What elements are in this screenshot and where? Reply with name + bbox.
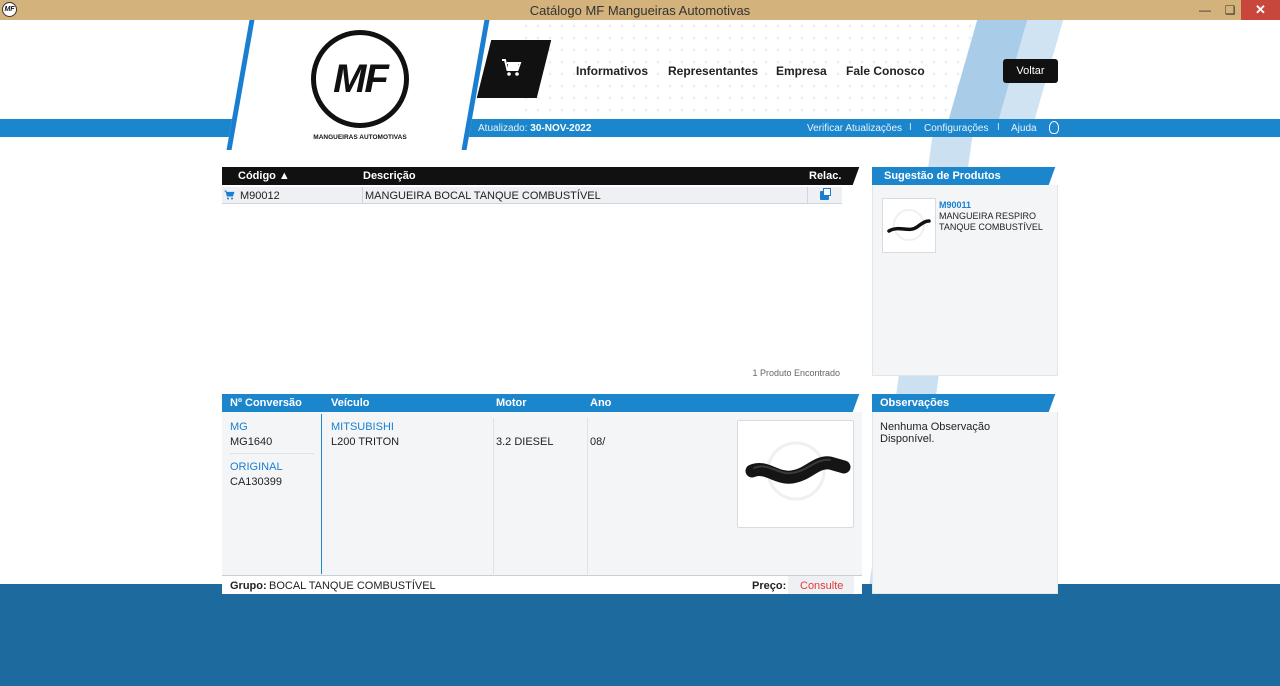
product-code: M90012	[240, 190, 280, 202]
updated-date: 30-NOV-2022	[530, 123, 592, 134]
suggestions-panel: Sugestão de Produtos M90011 MANGUEIRA RE…	[872, 167, 1068, 376]
column-divider	[587, 418, 588, 574]
header-corner	[852, 394, 870, 412]
header-corner	[1048, 394, 1068, 412]
close-icon[interactable]: ✕	[1241, 0, 1280, 20]
updated-info: Atualizado: 30-NOV-2022	[478, 123, 591, 134]
conversion-brand: MG	[230, 421, 248, 433]
header-corner	[852, 167, 870, 185]
suggestion-description: MANGUEIRA RESPIRO TANQUE COMBUSTÍVEL	[939, 211, 1043, 232]
nav-informativos[interactable]: Informativos	[576, 64, 648, 78]
observations-text: Nenhuma Observação Disponível.	[880, 421, 991, 445]
column-vehicle: Veículo	[331, 397, 370, 409]
price-value[interactable]: Consulte	[800, 580, 843, 592]
logo-tagline: MANGUEIRAS AUTOMOTIVAS	[313, 134, 407, 141]
minimize-icon[interactable]: —	[1192, 0, 1218, 20]
link-separator: I	[909, 122, 912, 133]
observations-title: Observações	[880, 397, 950, 409]
updated-label: Atualizado:	[478, 123, 528, 134]
window-title: Catálogo MF Mangueiras Automotivas	[529, 3, 751, 18]
vehicle-model: L200 TRITON	[331, 436, 400, 448]
link-settings[interactable]: Configurações	[924, 123, 988, 134]
header-corner	[1048, 167, 1068, 185]
table-row[interactable]: M90012 MANGUEIRA BOCAL TANQUE COMBUSTÍVE…	[222, 187, 842, 204]
link-check-updates[interactable]: Verificar Atualizações	[807, 123, 902, 134]
conversion-divider	[230, 453, 314, 454]
group-label: Grupo:	[230, 580, 267, 592]
motor-value: 3.2 DIESEL	[496, 436, 554, 448]
details-panel: Nº Conversão Veículo Motor Ano MG MG1640…	[222, 394, 870, 594]
cart-icon[interactable]	[500, 58, 524, 80]
logo-mark: MF	[333, 57, 389, 101]
column-motor: Motor	[496, 397, 527, 409]
suggestion-thumbnail[interactable]	[882, 198, 936, 253]
column-divider	[807, 187, 808, 204]
window-titlebar: MF Catálogo MF Mangueiras Automotivas — …	[0, 0, 1280, 20]
nav-empresa[interactable]: Empresa	[776, 64, 827, 78]
product-list-panel: Código ▲ Descrição Relac. M90012 MANGUEI…	[222, 167, 870, 383]
cart-icon[interactable]	[224, 190, 235, 203]
product-description: MANGUEIRA BOCAL TANQUE COMBUSTÍVEL	[365, 190, 601, 202]
conversion-code: CA130399	[230, 476, 282, 488]
link-help[interactable]: Ajuda	[1011, 123, 1037, 134]
group-value: BOCAL TANQUE COMBUSTÍVEL	[269, 580, 436, 592]
details-header: Nº Conversão Veículo Motor Ano	[222, 394, 870, 412]
product-image[interactable]	[737, 420, 854, 528]
info-strip	[0, 119, 1280, 137]
conversion-code: MG1640	[230, 436, 273, 448]
vehicle-brand: MITSUBISHI	[331, 421, 394, 433]
suggestions-header: Sugestão de Produtos	[872, 167, 1068, 185]
related-products-icon[interactable]	[820, 188, 831, 200]
observations-panel: Observações Nenhuma Observação Disponíve…	[872, 394, 1068, 594]
product-list-header: Código ▲ Descrição Relac.	[222, 167, 870, 185]
year-value: 08/	[590, 436, 606, 448]
footer-background	[0, 584, 1280, 686]
nav-fale-conosco[interactable]: Fale Conosco	[846, 64, 925, 78]
column-divider	[362, 187, 363, 204]
back-button[interactable]: Voltar	[1003, 59, 1058, 83]
column-divider	[493, 418, 494, 574]
suggestions-title: Sugestão de Produtos	[884, 170, 1001, 182]
column-code[interactable]: Código ▲	[238, 170, 290, 182]
conversion-brand: ORIGINAL	[230, 461, 283, 473]
results-count: 1 Produto Encontrado	[752, 368, 840, 378]
price-label: Preço:	[752, 580, 787, 592]
maximize-icon[interactable]: ❏	[1218, 0, 1242, 20]
column-divider	[321, 414, 322, 574]
nav-representantes[interactable]: Representantes	[668, 64, 758, 78]
details-footer: Grupo: BOCAL TANQUE COMBUSTÍVEL Preço: C…	[222, 575, 862, 594]
column-year: Ano	[590, 397, 612, 409]
column-conversion: Nº Conversão	[230, 397, 302, 409]
link-separator: I	[997, 122, 1000, 133]
suggestion-code[interactable]: M90011	[939, 200, 971, 210]
column-description[interactable]: Descrição	[363, 170, 416, 182]
lightbulb-icon[interactable]	[1049, 121, 1059, 134]
column-related[interactable]: Relac.	[809, 170, 841, 182]
observations-header: Observações	[872, 394, 1068, 412]
